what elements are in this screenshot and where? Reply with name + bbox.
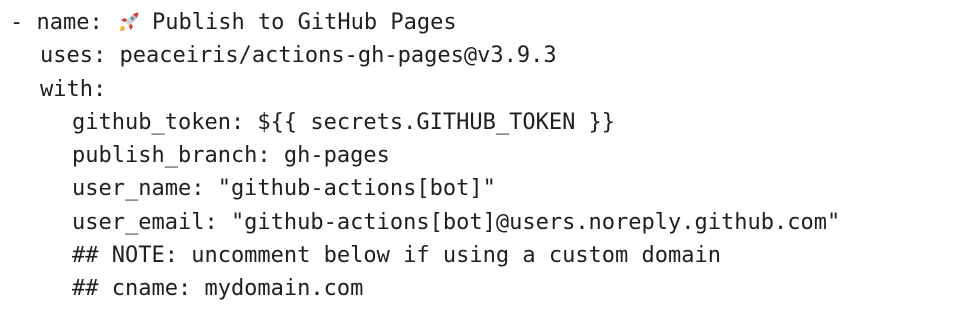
code-line-9: ## cname: mydomain.com bbox=[72, 276, 364, 302]
code-line-8: ## NOTE: uncomment below if using a cust… bbox=[72, 243, 722, 269]
list-item-prefix: - name: bbox=[10, 10, 116, 35]
code-line-3: with: bbox=[40, 76, 107, 102]
code-line-2: uses: peaceiris/actions-gh-pages@v3.9.3 bbox=[40, 43, 557, 69]
step-name: Publish to GitHub Pages bbox=[151, 10, 457, 35]
rocket-icon bbox=[118, 9, 142, 33]
code-line-4: github_token: ${{ secrets.GITHUB_TOKEN }… bbox=[72, 109, 616, 135]
code-line-1: - name: Publish to GitHub Pages bbox=[10, 6, 965, 39]
code-line-7: user_email: "github-actions[bot]@users.n… bbox=[72, 209, 841, 235]
code-line-5: publish_branch: gh-pages bbox=[72, 143, 390, 169]
code-line-6: user_name: "github-actions[bot]" bbox=[72, 176, 496, 202]
yaml-code-view: - name: Publish to GitHub Pages uses: pe… bbox=[0, 0, 965, 326]
